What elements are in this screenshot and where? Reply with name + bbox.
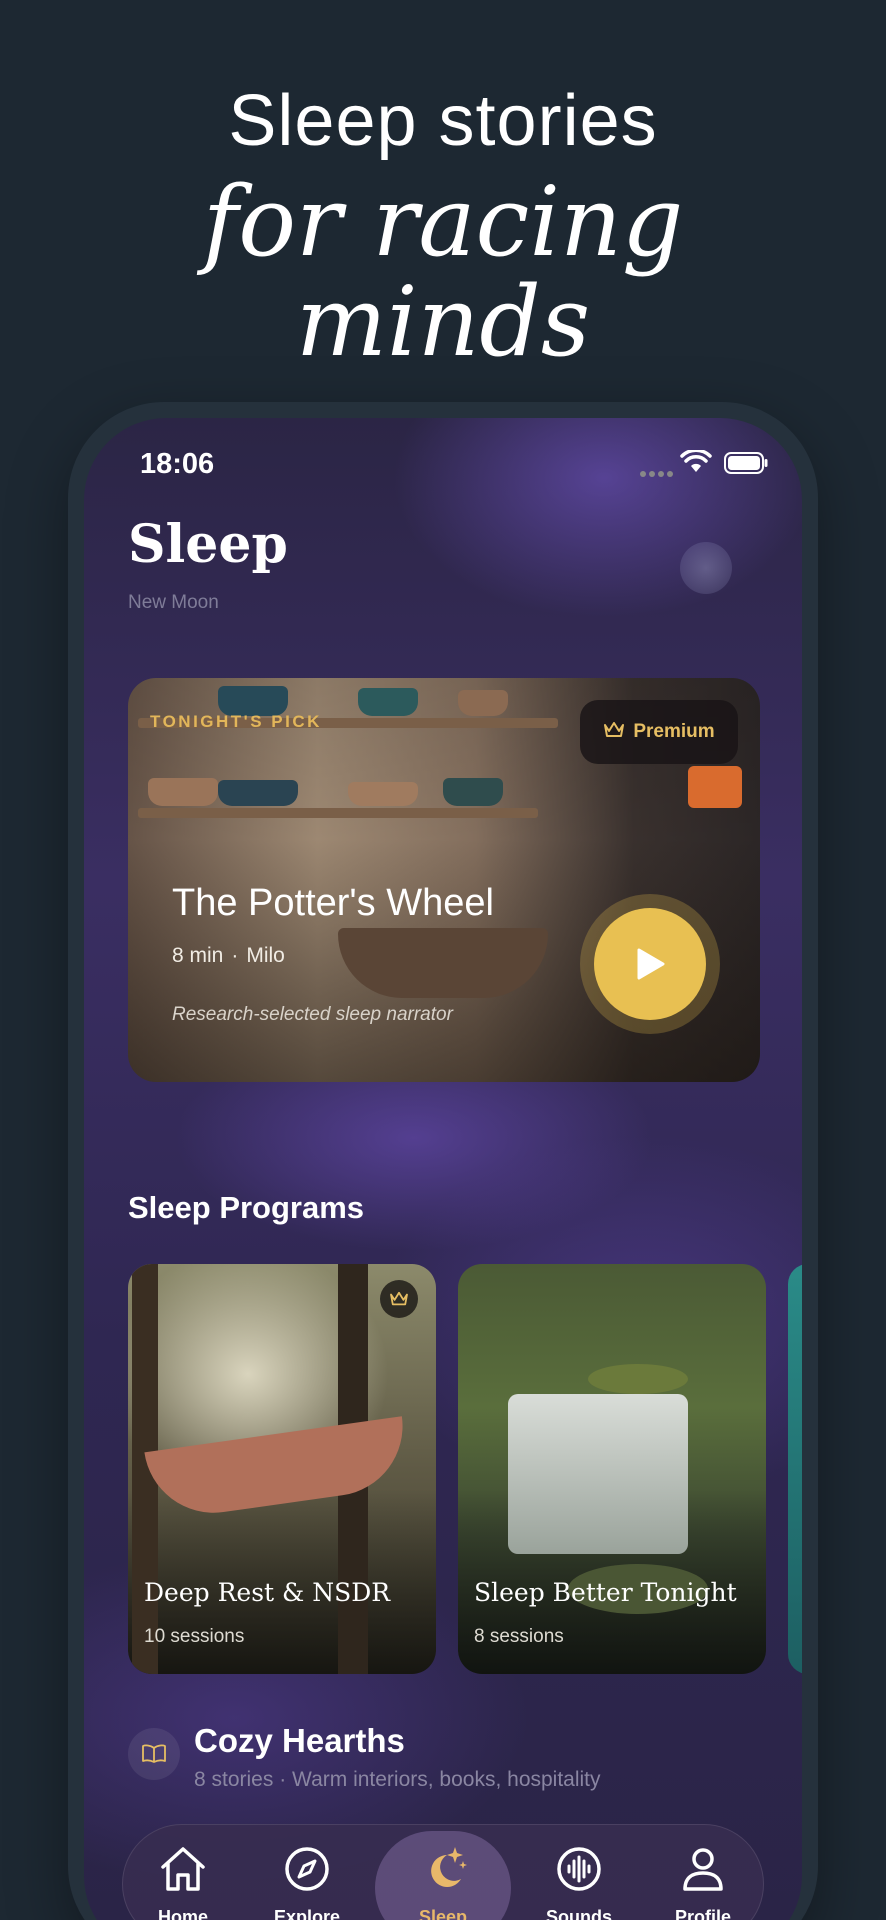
pottery-decoration: [358, 688, 418, 716]
program-title: Deep Rest & NSDR: [144, 1578, 391, 1607]
home-icon: [161, 1847, 205, 1891]
pottery-decoration: [218, 780, 298, 806]
premium-badge: [380, 1280, 418, 1318]
program-session-count: 8 sessions: [474, 1626, 564, 1647]
moon-phase-icon: [680, 542, 732, 594]
tab-label: Profile: [674, 1907, 731, 1920]
tab-sounds[interactable]: Sounds: [519, 1825, 639, 1920]
program-card-partial[interactable]: [788, 1264, 802, 1674]
tab-profile[interactable]: Profile: [643, 1825, 763, 1920]
meta-separator: ·: [231, 944, 239, 967]
section-title-sleep-programs: Sleep Programs: [128, 1190, 365, 1225]
status-bar: 18:06: [84, 448, 802, 488]
moss-rock-decoration: [588, 1364, 688, 1394]
status-time: 18:06: [140, 448, 215, 480]
program-session-count: 10 sessions: [144, 1626, 245, 1647]
tab-label: Sleep: [418, 1907, 468, 1920]
tab-bar: Home Explore Sleep Sounds Profile: [122, 1824, 764, 1920]
promo-headline: Sleep stories for racing minds: [0, 78, 886, 374]
person-icon: [683, 1848, 723, 1891]
tab-label: Home: [157, 1907, 208, 1920]
pottery-decoration: [148, 778, 218, 806]
tab-home[interactable]: Home: [123, 1825, 243, 1920]
battery-icon: [724, 452, 768, 478]
headline-line-1: Sleep stories: [228, 81, 658, 161]
pottery-decoration: [443, 778, 503, 806]
headline-line-2: for racing: [202, 166, 684, 278]
premium-label: Premium: [633, 721, 715, 742]
sound-wave-icon: [557, 1847, 601, 1891]
moon-stars-icon: [431, 1847, 467, 1887]
program-title: Sleep Better Tonight: [474, 1578, 737, 1607]
page-title: Sleep: [128, 514, 288, 575]
tab-label: Sounds: [546, 1907, 612, 1920]
crown-icon: [603, 721, 625, 743]
collection-title[interactable]: Cozy Hearths: [194, 1722, 405, 1760]
collection-subtitle: 8 stories · Warm interiors, books, hospi…: [194, 1768, 601, 1791]
featured-description: Research-selected sleep narrator: [172, 1004, 453, 1025]
tab-label: Explore: [273, 1907, 341, 1920]
crown-icon: [390, 1291, 408, 1306]
featured-meta: 8 min · Milo: [172, 944, 285, 968]
play-icon: [637, 948, 665, 980]
featured-duration: 8 min: [172, 944, 224, 967]
hammock-decoration: [144, 1416, 412, 1522]
featured-tag: TONIGHT'S PICK: [150, 712, 322, 731]
program-card[interactable]: Sleep Better Tonight 8 sessions: [458, 1264, 766, 1674]
tab-sleep[interactable]: Sleep: [383, 1825, 503, 1920]
tab-explore[interactable]: Explore: [247, 1825, 367, 1920]
headline-line-3: minds: [295, 266, 591, 378]
bowl-decoration: [338, 928, 548, 998]
featured-story-card[interactable]: TONIGHT'S PICK Premium The Potter's Whee…: [128, 678, 760, 1082]
wifi-icon: [680, 448, 712, 478]
program-card[interactable]: Deep Rest & NSDR 10 sessions: [128, 1264, 436, 1674]
phone-screen: 18:06 Sleep New Moon TONIGHT'S PICK Prem…: [84, 418, 802, 1920]
premium-badge: Premium: [580, 700, 738, 764]
pottery-decoration: [458, 690, 508, 716]
lamp-decoration: [688, 766, 742, 808]
featured-narrator: Milo: [246, 944, 285, 967]
compass-icon: [285, 1847, 329, 1891]
shelf-decoration: [138, 808, 538, 818]
featured-title: The Potter's Wheel: [172, 882, 494, 924]
book-icon: [128, 1728, 180, 1780]
play-button[interactable]: [594, 908, 706, 1020]
pottery-decoration: [348, 782, 418, 806]
waterfall-decoration: [508, 1394, 688, 1554]
signal-dots-icon: [640, 462, 676, 481]
moon-phase-label: New Moon: [128, 592, 219, 613]
